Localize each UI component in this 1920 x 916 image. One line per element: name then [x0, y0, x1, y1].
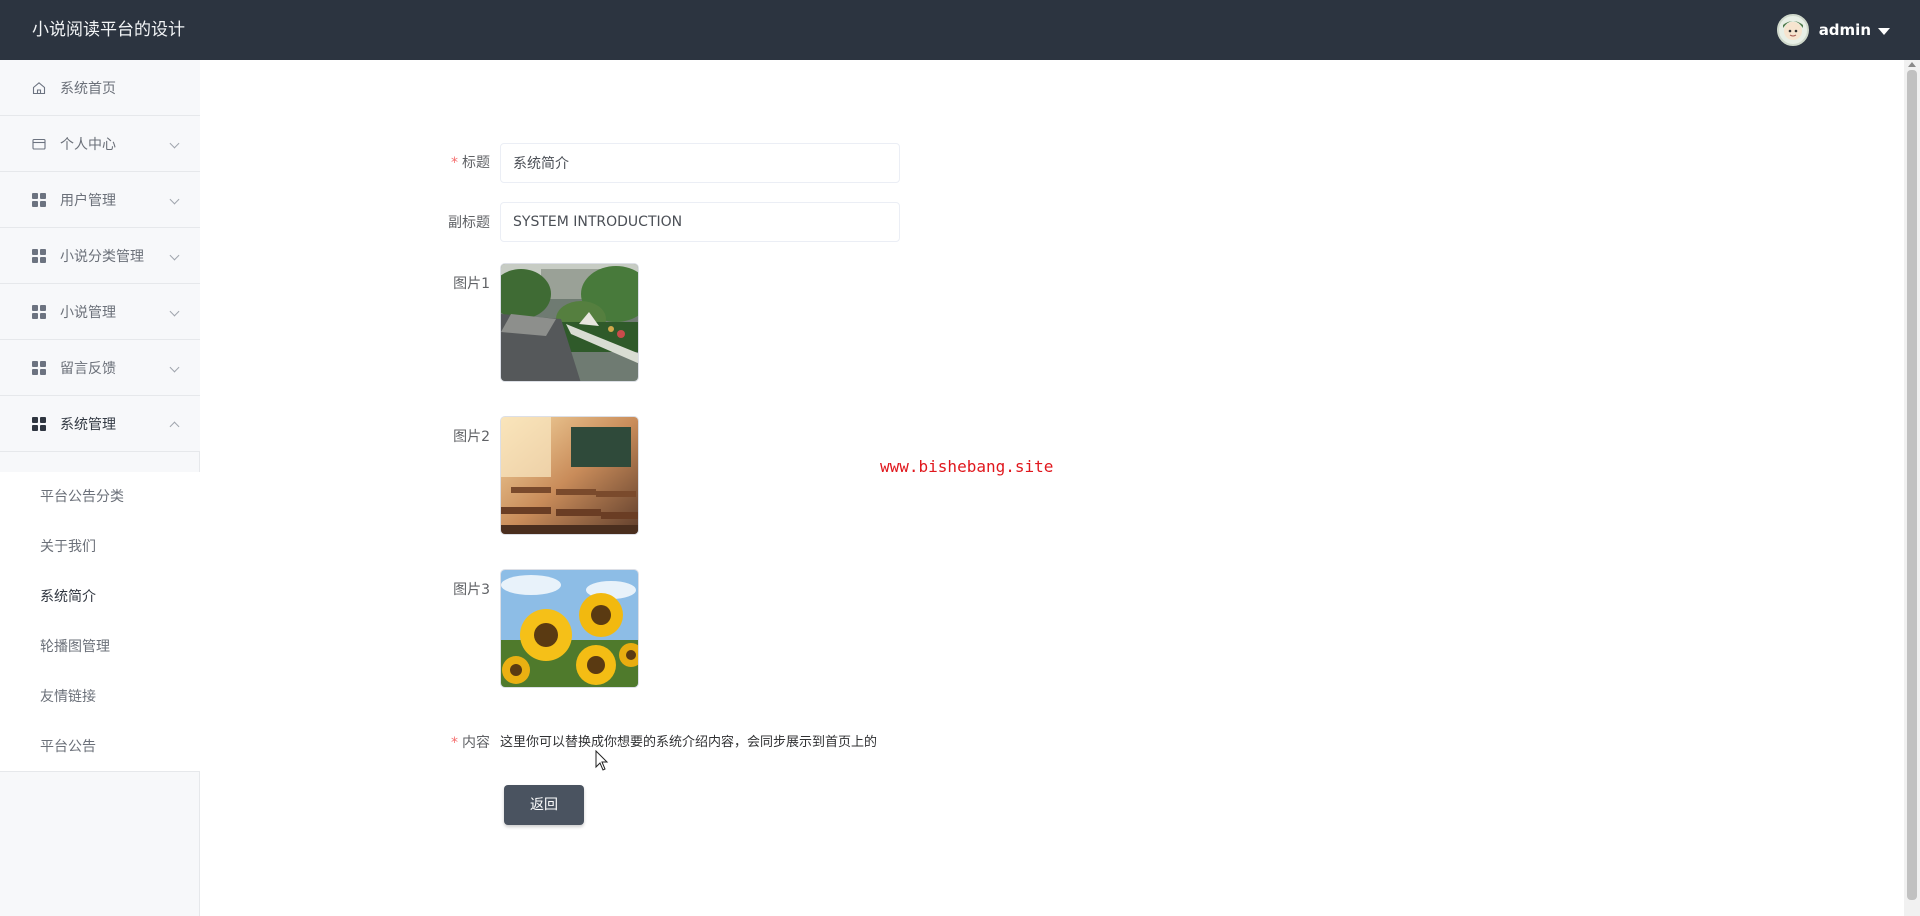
image3-thumbnail[interactable] [500, 569, 639, 688]
grid-icon [32, 417, 46, 431]
grid-icon [32, 193, 46, 207]
user-name[interactable]: admin [1819, 21, 1871, 39]
system-submenu: 平台公告分类 关于我们 系统简介 轮播图管理 友情链接 平台公告 [0, 472, 200, 772]
watermark-text: www.bishebang.site [880, 457, 1054, 476]
submenu-item-announcement-category[interactable]: 平台公告分类 [40, 472, 124, 522]
sidebar-item-label: 个人中心 [60, 136, 116, 153]
subtitle-input[interactable] [500, 202, 900, 242]
mouse-cursor-icon [595, 750, 609, 771]
sidebar-item-feedback[interactable]: 留言反馈 [0, 340, 200, 396]
title-label: * 标题 [451, 155, 490, 171]
chevron-down-icon [169, 306, 180, 317]
caret-down-icon[interactable] [1878, 27, 1890, 35]
chevron-down-icon [169, 250, 180, 261]
grid-icon [32, 305, 46, 319]
grid-icon [32, 249, 46, 263]
sidebar-item-label: 留言反馈 [60, 360, 116, 377]
sidebar-item-label: 小说管理 [60, 304, 116, 321]
sidebar-item-label: 系统管理 [60, 416, 116, 433]
image2-label: 图片2 [453, 429, 490, 445]
scroll-thumb[interactable] [1907, 70, 1917, 900]
sidebar-item-personal-center[interactable]: 个人中心 [0, 116, 200, 172]
required-mark: * [451, 155, 458, 171]
image3-label: 图片3 [453, 582, 490, 598]
submenu-item-announcement[interactable]: 平台公告 [40, 722, 96, 772]
image1-thumbnail[interactable] [500, 263, 639, 382]
title-input[interactable] [500, 143, 900, 183]
avatar[interactable] [1776, 14, 1809, 46]
content-text: 这里你可以替换成你想要的系统介绍内容，会同步展示到首页上的 [500, 735, 878, 750]
sidebar-item-home[interactable]: 系统首页 [0, 60, 200, 116]
top-header: 小说阅读平台的设计 admin [0, 0, 1920, 60]
sidebar-item-system-management[interactable]: 系统管理 [0, 396, 200, 452]
scroll-up-arrow-icon[interactable] [1908, 62, 1916, 67]
sidebar: 系统首页 个人中心 用户管理 小说分类管理 小说管理 留言反馈 系统管理 平台公… [0, 60, 200, 916]
subtitle-label: 副标题 [448, 215, 490, 231]
sidebar-item-novel-management[interactable]: 小说管理 [0, 284, 200, 340]
chevron-up-icon [169, 421, 180, 432]
chevron-down-icon [169, 138, 180, 149]
home-icon [32, 82, 46, 95]
submenu-item-about-us[interactable]: 关于我们 [40, 522, 96, 572]
sidebar-item-novel-category[interactable]: 小说分类管理 [0, 228, 200, 284]
required-mark: * [451, 735, 458, 751]
sidebar-item-label: 小说分类管理 [60, 248, 144, 265]
sidebar-item-label: 用户管理 [60, 192, 116, 209]
campus-stairs-image [501, 264, 638, 381]
user-menu[interactable]: admin [1776, 14, 1890, 46]
submenu-item-friend-links[interactable]: 友情链接 [40, 672, 96, 722]
avatar-face-icon [1782, 21, 1803, 40]
image2-thumbnail[interactable] [500, 416, 639, 535]
grid-icon [32, 361, 46, 375]
sunflowers-image [501, 570, 638, 687]
submenu-item-system-intro[interactable]: 系统简介 [40, 572, 96, 622]
submenu-item-carousel[interactable]: 轮播图管理 [40, 622, 110, 672]
content-label: * 内容 [451, 735, 490, 751]
image1-label: 图片1 [453, 276, 490, 292]
sidebar-item-user-management[interactable]: 用户管理 [0, 172, 200, 228]
vertical-scrollbar[interactable] [1904, 60, 1920, 916]
back-button[interactable]: 返回 [504, 785, 584, 825]
card-icon [32, 138, 46, 150]
classroom-image [501, 417, 638, 534]
chevron-down-icon [169, 362, 180, 373]
sidebar-item-label: 系统首页 [60, 80, 116, 97]
app-title: 小说阅读平台的设计 [32, 20, 185, 40]
chevron-down-icon [169, 194, 180, 205]
